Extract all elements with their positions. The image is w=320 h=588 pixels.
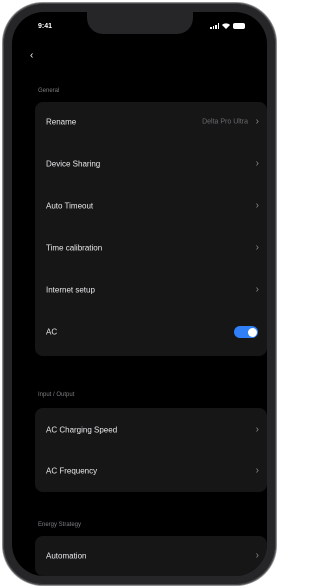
input-output-card: AC Charging Speed › AC Frequency › (35, 408, 267, 492)
time-calibration-label: Time calibration (46, 243, 103, 253)
chevron-right-icon: › (255, 116, 259, 127)
screen: 9:41 ‹ General Rename Delta Pro Ultra › … (12, 12, 267, 576)
chevron-left-icon: ‹ (30, 50, 34, 61)
ac-label: AC (46, 327, 58, 337)
section-label-energy-strategy: Energy Strategy (38, 522, 82, 528)
chevron-right-icon: › (255, 424, 259, 435)
section-label-general: General (38, 88, 60, 94)
time-calibration-row[interactable]: Time calibration › (35, 228, 267, 268)
ac-frequency-row[interactable]: AC Frequency › (35, 451, 267, 491)
ac-frequency-label: AC Frequency (46, 466, 98, 476)
automation-row[interactable]: Automation › (35, 536, 267, 576)
notch (87, 12, 193, 34)
internet-setup-row[interactable]: Internet setup › (35, 270, 267, 310)
chevron-right-icon: › (255, 242, 259, 253)
ac-row: AC (35, 312, 267, 352)
section-label-input-output: Input / Output (38, 392, 75, 398)
status-time: 9:41 (38, 23, 53, 30)
chevron-right-icon: › (255, 284, 259, 295)
status-icons (210, 23, 245, 29)
automation-label: Automation (46, 551, 87, 561)
rename-value: Delta Pro Ultra (202, 118, 248, 126)
phone-frame: 9:41 ‹ General Rename Delta Pro Ultra › … (3, 3, 276, 585)
toggle-knob (247, 327, 257, 337)
chevron-right-icon: › (255, 158, 259, 169)
general-card: Rename Delta Pro Ultra › Device Sharing … (35, 102, 267, 356)
battery-icon (233, 23, 245, 29)
device-sharing-label: Device Sharing (46, 159, 101, 169)
chevron-right-icon: › (255, 200, 259, 211)
device-sharing-row[interactable]: Device Sharing › (35, 144, 267, 184)
ac-charging-speed-row[interactable]: AC Charging Speed › (35, 410, 267, 450)
chevron-right-icon: › (255, 550, 259, 561)
back-button[interactable]: ‹ (30, 51, 33, 61)
rename-row[interactable]: Rename Delta Pro Ultra › (35, 102, 267, 142)
wifi-icon (222, 23, 230, 29)
energy-strategy-card: Automation › (35, 536, 267, 576)
ac-charging-speed-label: AC Charging Speed (46, 425, 118, 435)
auto-timeout-row[interactable]: Auto Timeout › (35, 186, 267, 226)
rename-label: Rename (46, 117, 77, 127)
signal-icon (210, 23, 219, 29)
chevron-right-icon: › (255, 465, 259, 476)
auto-timeout-label: Auto Timeout (46, 201, 94, 211)
internet-setup-label: Internet setup (46, 285, 95, 295)
ac-toggle[interactable] (234, 326, 258, 338)
